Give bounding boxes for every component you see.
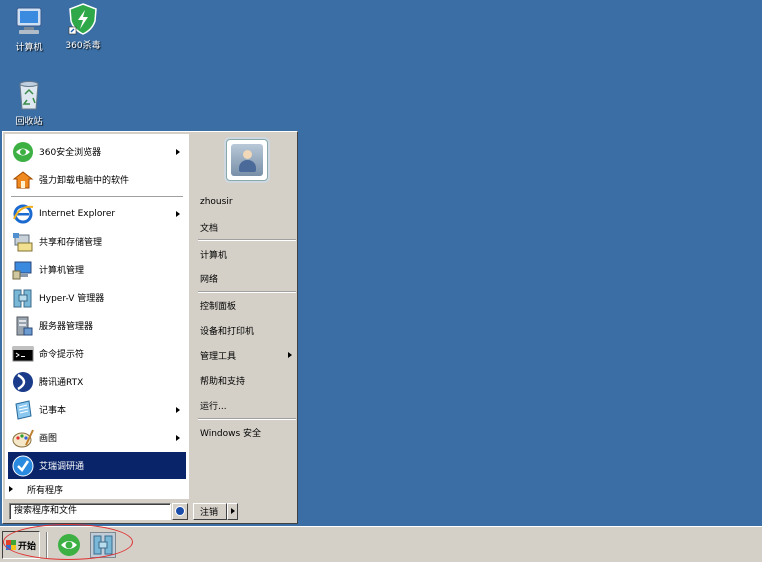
user-avatar[interactable]	[226, 139, 268, 181]
start-right-run[interactable]: 运行...	[200, 395, 296, 415]
360-browser-icon	[12, 141, 34, 163]
start-label: 开始	[18, 541, 37, 552]
start-item-label: 命令提示符	[39, 350, 85, 360]
submenu-arrow-icon	[176, 148, 180, 155]
desktop-icon-computer[interactable]: 计算机	[3, 4, 55, 53]
360-antivirus-icon	[66, 2, 100, 36]
computer-icon	[12, 4, 46, 38]
hyperv-icon	[93, 535, 113, 555]
all-programs-arrow-icon	[9, 486, 13, 492]
submenu-arrow-icon	[176, 406, 180, 413]
start-button[interactable]: 开始	[2, 531, 40, 559]
uninstall-icon	[12, 169, 34, 191]
search-icon	[175, 506, 185, 516]
paint-icon	[12, 427, 34, 449]
start-right-help-support[interactable]: 帮助和支持	[200, 370, 296, 390]
start-right-label: 管理工具	[200, 351, 237, 362]
user-picture	[231, 144, 263, 176]
recycle-bin-icon	[12, 78, 46, 112]
start-right-windows-security[interactable]: Windows 安全	[200, 422, 296, 442]
search-button[interactable]	[172, 503, 188, 520]
start-item-label: 360安全浏览器	[39, 148, 102, 158]
start-item-label: 艾瑞调研通	[39, 462, 85, 472]
360-browser-icon	[58, 534, 80, 556]
start-right-label: 帮助和支持	[200, 376, 246, 387]
chevron-right-icon	[231, 508, 235, 514]
all-programs-button[interactable]: 所有程序	[9, 481, 185, 497]
username-label: zhousir	[200, 197, 233, 207]
shutdown-options-button[interactable]	[227, 503, 238, 520]
start-item-hyperv-manager[interactable]: Hyper-V 管理器	[8, 284, 186, 311]
search-input[interactable]: 搜索程序和文件	[9, 503, 171, 520]
start-right-documents[interactable]: 文档	[200, 217, 296, 237]
start-right-computer[interactable]: 计算机	[200, 244, 296, 264]
start-item-label: 腾讯通RTX	[39, 378, 84, 388]
start-item-label: 画图	[39, 434, 58, 444]
start-right-label: 计算机	[200, 250, 228, 261]
start-item-computer-management[interactable]: 计算机管理	[8, 256, 186, 283]
rtx-icon	[12, 371, 34, 393]
start-right-control-panel[interactable]: 控制面板	[200, 295, 296, 315]
start-right-admin-tools[interactable]: 管理工具	[200, 345, 296, 365]
internet-explorer-icon	[12, 203, 34, 225]
desktop-icon-recycle-bin[interactable]: 回收站	[3, 78, 55, 127]
quick-launch-divider	[46, 532, 48, 558]
submenu-arrow-icon	[176, 210, 180, 217]
start-item-paint[interactable]: 画图	[8, 424, 186, 451]
start-item-server-manager[interactable]: 服务器管理器	[8, 312, 186, 339]
computer-management-icon	[12, 259, 34, 281]
submenu-arrow-icon	[288, 352, 292, 358]
start-item-label: 记事本	[39, 406, 67, 416]
start-item-share-storage[interactable]: 共享和存储管理	[8, 228, 186, 255]
start-right-label: 运行...	[200, 401, 227, 412]
start-item-uninstaller[interactable]: 强力卸载电脑中的软件	[8, 166, 186, 193]
desktop-icon-label: 计算机	[15, 43, 43, 53]
iresearch-icon	[12, 455, 34, 477]
start-item-360-browser[interactable]: 360安全浏览器	[8, 138, 186, 165]
share-storage-icon	[12, 231, 34, 253]
start-item-label: 计算机管理	[39, 266, 85, 276]
command-prompt-icon	[12, 343, 34, 365]
hyperv-icon	[12, 287, 34, 309]
start-item-rtx[interactable]: 腾讯通RTX	[8, 368, 186, 395]
start-menu-places-pane: zhousir 文档 计算机 网络 控制面板 设备和打印机 管理工具 帮助和支持…	[192, 134, 297, 499]
desktop-icon-label: 回收站	[15, 117, 43, 127]
logoff-button[interactable]: 注销	[193, 503, 227, 520]
start-right-network[interactable]: 网络	[200, 268, 296, 288]
start-right-label: 控制面板	[200, 301, 237, 312]
start-item-notepad[interactable]: 记事本	[8, 396, 186, 423]
start-right-devices-printers[interactable]: 设备和打印机	[200, 320, 296, 340]
start-item-internet-explorer[interactable]: Internet Explorer	[8, 200, 186, 227]
start-item-label: 服务器管理器	[39, 322, 94, 332]
menu-divider	[198, 291, 296, 293]
menu-divider	[11, 196, 183, 198]
start-right-label: 网络	[200, 274, 219, 285]
logoff-label: 注销	[200, 508, 219, 518]
start-right-label: Windows 安全	[200, 428, 262, 439]
start-item-label: 强力卸载电脑中的软件	[39, 176, 130, 186]
start-item-label: Internet Explorer	[39, 208, 116, 219]
start-item-command-prompt[interactable]: 命令提示符	[8, 340, 186, 367]
start-right-username[interactable]: zhousir	[200, 192, 296, 212]
all-programs-label: 所有程序	[27, 485, 64, 496]
quick-launch-360-browser[interactable]	[56, 532, 82, 558]
quick-launch-hyperv[interactable]	[90, 532, 116, 558]
taskbar: 开始	[0, 526, 762, 562]
menu-divider	[198, 239, 296, 241]
start-right-label: 设备和打印机	[200, 326, 255, 337]
start-menu-programs-pane: 360安全浏览器 强力卸载电脑中的软件 Internet Explorer 共享…	[5, 134, 189, 499]
start-item-iresearch[interactable]: 艾瑞调研通	[8, 452, 186, 479]
submenu-arrow-icon	[176, 434, 180, 441]
menu-divider	[198, 418, 296, 420]
start-menu: 360安全浏览器 强力卸载电脑中的软件 Internet Explorer 共享…	[2, 131, 298, 524]
desktop-icon-label: 360杀毒	[65, 41, 101, 51]
start-right-label: 文档	[200, 223, 219, 234]
notepad-icon	[12, 399, 34, 421]
start-item-label: Hyper-V 管理器	[39, 294, 105, 304]
desktop-icon-360-antivirus[interactable]: 360杀毒	[57, 2, 109, 51]
start-item-label: 共享和存储管理	[39, 238, 103, 248]
server-manager-icon	[12, 315, 34, 337]
windows-logo-icon	[6, 540, 16, 550]
